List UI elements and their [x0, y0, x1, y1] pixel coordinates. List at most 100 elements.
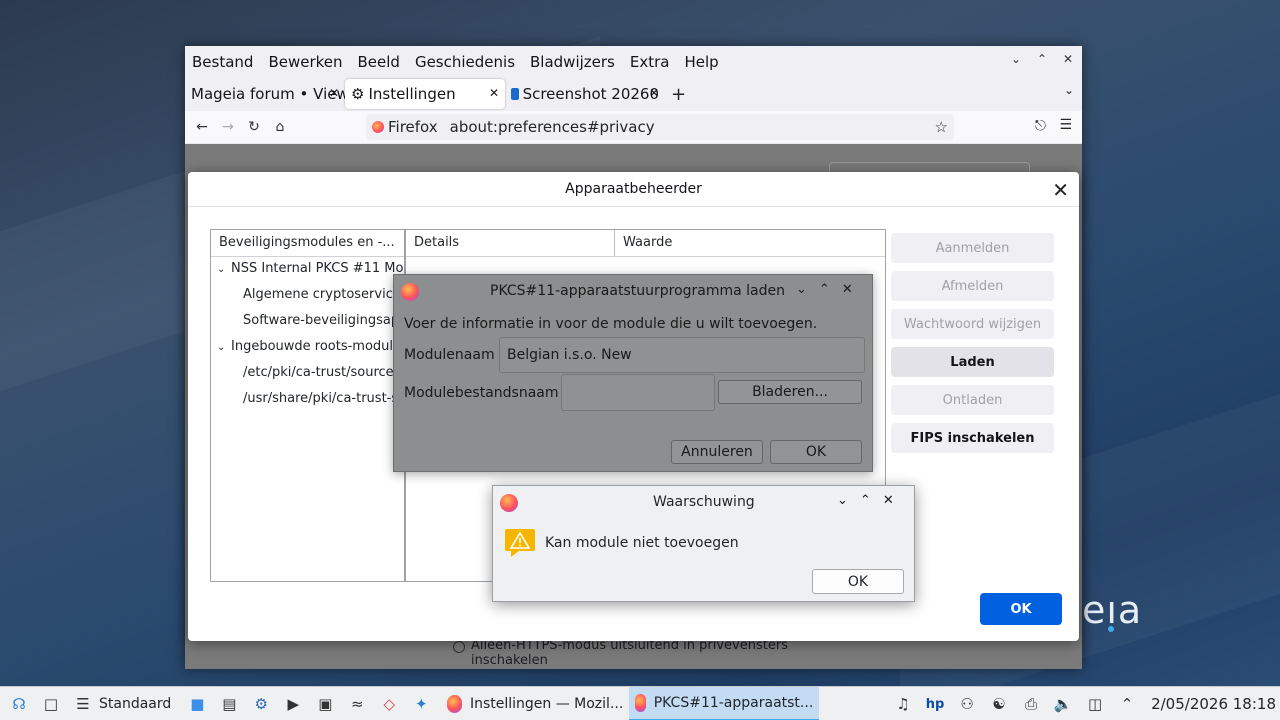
minimize-icon[interactable]: ⌄	[796, 282, 807, 297]
close-icon[interactable]: ✕	[1052, 178, 1069, 202]
show-desktop-icon[interactable]: □	[38, 693, 64, 715]
task-instellingen[interactable]: Instellingen — Mozil...	[441, 687, 629, 720]
logout-button[interactable]: Afmelden	[891, 271, 1054, 301]
clipboard-icon[interactable]: ⎙	[1018, 693, 1044, 715]
module-name-label: Modulenaam	[404, 347, 495, 363]
ok-button[interactable]: OK	[980, 593, 1062, 625]
tree-item[interactable]: Software-beveiligingsap...	[211, 309, 404, 335]
tab-instellingen[interactable]: ⚙ Instellingen ✕	[345, 79, 505, 109]
load-button[interactable]: Laden	[891, 347, 1054, 377]
workspace-label[interactable]: Standaard	[99, 696, 171, 712]
menu-bar: Bestand Bewerken Beeld Geschiedenis Blad…	[185, 46, 1082, 77]
network-icon[interactable]: ◫	[1082, 693, 1108, 715]
updates-icon[interactable]: ☯	[986, 693, 1012, 715]
gear-icon: ⚙	[351, 85, 365, 103]
volume-icon[interactable]: 🔈	[1050, 693, 1076, 715]
clock[interactable]: 2/05/2026 18:18	[1151, 695, 1276, 713]
reload-icon[interactable]: ↻	[241, 119, 267, 135]
tree-item[interactable]: Algemene cryptoservice...	[211, 283, 404, 309]
postimage-icon	[511, 88, 519, 100]
menu-extra[interactable]: Extra	[630, 53, 670, 71]
maximize-icon[interactable]: ⌃	[860, 493, 871, 508]
details-column-header[interactable]: Details	[406, 230, 615, 256]
login-button[interactable]: Aanmelden	[891, 233, 1054, 263]
kdeconnect-icon[interactable]: ⚇	[954, 693, 980, 715]
firefox-icon	[500, 494, 518, 512]
mageia-app-icon[interactable]: ✦	[408, 693, 434, 715]
menu-bladwijzers[interactable]: Bladwijzers	[530, 53, 615, 71]
dialog-titlebar: PKCS#11-apparaatstuurprogramma laden ⌄ ⌃…	[394, 275, 872, 307]
archive-icon[interactable]: ▣	[312, 693, 338, 715]
list-tabs-icon[interactable]: ⌄	[1064, 83, 1074, 97]
tree-item[interactable]: /usr/share/pki/ca-trust-s	[211, 387, 404, 413]
nav-bar: ← → ↻ ⌂ Firefox about:preferences#privac…	[185, 111, 1082, 143]
back-icon[interactable]: ←	[189, 119, 215, 135]
minimize-icon[interactable]: ⌄	[1008, 52, 1024, 66]
module-file-input[interactable]	[561, 374, 715, 411]
close-icon[interactable]: ✕	[842, 282, 853, 297]
module-name-input[interactable]: Belgian i.s.o. New	[499, 337, 865, 373]
info-text: Voer de informatie in voor de module die…	[404, 316, 818, 332]
firefox-icon	[635, 693, 646, 712]
fips-button[interactable]: FIPS inschakelen	[891, 423, 1054, 453]
dialog-title: PKCS#11-apparaatstuurprogramma laden	[490, 283, 786, 299]
home-icon[interactable]: ⌂	[267, 119, 293, 135]
taskbar: ☊ □ ☰ Standaard ■ ▤ ⚙ ▶ ▣ ≈ ◇ ✦ Instelli…	[0, 686, 1280, 720]
tab-close-icon[interactable]: ✕	[329, 86, 339, 100]
dialog-title: Waarschuwing	[653, 494, 755, 510]
mageia-logo: eıa	[1082, 588, 1143, 632]
chevron-down-icon[interactable]: ⌄	[217, 342, 231, 353]
minimize-icon[interactable]: ⌄	[837, 493, 848, 508]
system-tray: ♫ hp ⚇ ☯ ⎙ 🔈 ◫ ⌃ 2/05/2026 18:18	[887, 687, 1280, 720]
task-pkcs11[interactable]: PKCS#11-apparaatst...	[629, 686, 820, 720]
menu-bewerken[interactable]: Bewerken	[268, 53, 342, 71]
url-bar[interactable]: Firefox about:preferences#privacy ☆	[366, 114, 954, 140]
tree-item[interactable]: /etc/pki/ca-trust/source	[211, 361, 404, 387]
menu-bestand[interactable]: Bestand	[192, 53, 253, 71]
tree-item[interactable]: ⌄ NSS Internal PKCS #11 Mo...	[211, 257, 404, 283]
change-password-button[interactable]: Wachtwoord wijzigen	[891, 309, 1054, 339]
forward-icon[interactable]: →	[215, 119, 241, 135]
chevron-down-icon[interactable]: ⌄	[217, 264, 231, 275]
terminal-icon[interactable]: ▶	[280, 693, 306, 715]
new-tab-icon[interactable]: +	[671, 84, 686, 105]
folder-icon[interactable]: ■	[184, 693, 210, 715]
browse-button[interactable]: Bladeren...	[718, 380, 862, 404]
security-modules-tree[interactable]: Beveiligingsmodules en -... ⌄ NSS Interna…	[210, 229, 405, 582]
menu-geschiedenis[interactable]: Geschiedenis	[415, 53, 515, 71]
menu-hamburger-icon[interactable]: ☰	[1059, 117, 1072, 133]
notifications-icon[interactable]: ♫	[890, 693, 916, 715]
close-icon[interactable]: ✕	[883, 493, 894, 508]
chevron-up-icon[interactable]: ⌃	[1114, 693, 1140, 715]
maximize-icon[interactable]: ⌃	[819, 282, 830, 297]
url-text[interactable]: about:preferences#privacy	[450, 118, 655, 136]
unload-button[interactable]: Ontladen	[891, 385, 1054, 415]
menu-help[interactable]: Help	[684, 53, 718, 71]
maximize-icon[interactable]: ⌃	[1034, 52, 1050, 66]
close-icon[interactable]: ✕	[1060, 52, 1076, 66]
tree-item[interactable]: ⌄ Ingebouwde roots-modul...	[211, 335, 404, 361]
network-tool-icon[interactable]: ≈	[344, 693, 370, 715]
ok-button[interactable]: OK	[770, 440, 862, 464]
tab-screenshot[interactable]: Screenshot 20260 ✕	[505, 79, 665, 109]
cancel-button[interactable]: Annuleren	[671, 440, 763, 464]
menu-beeld[interactable]: Beeld	[358, 53, 400, 71]
workspace-icon[interactable]: ☰	[70, 693, 96, 715]
module-file-label: Modulebestandsnaam	[404, 385, 559, 401]
tab-close-icon[interactable]: ✕	[489, 86, 499, 100]
https-only-radio[interactable]	[453, 641, 465, 653]
settings-icon[interactable]: ⚙	[248, 693, 274, 715]
hp-icon[interactable]: hp	[922, 693, 948, 715]
system-monitor-icon[interactable]: ▤	[216, 693, 242, 715]
app-launcher-icon[interactable]: ☊	[6, 693, 32, 715]
extensions-icon[interactable]: ⎋	[1035, 118, 1046, 134]
warning-icon	[505, 529, 535, 557]
package-icon[interactable]: ◇	[376, 693, 402, 715]
value-column-header[interactable]: Waarde	[615, 230, 680, 256]
firefox-icon	[372, 121, 384, 133]
tab-mageia-forum[interactable]: Mageia forum • View ✕	[185, 79, 345, 109]
warning-message: Kan module niet toevoegen	[545, 535, 739, 551]
ok-button[interactable]: OK	[812, 569, 904, 594]
tab-close-icon[interactable]: ✕	[649, 86, 659, 100]
bookmark-star-icon[interactable]: ☆	[935, 118, 948, 136]
